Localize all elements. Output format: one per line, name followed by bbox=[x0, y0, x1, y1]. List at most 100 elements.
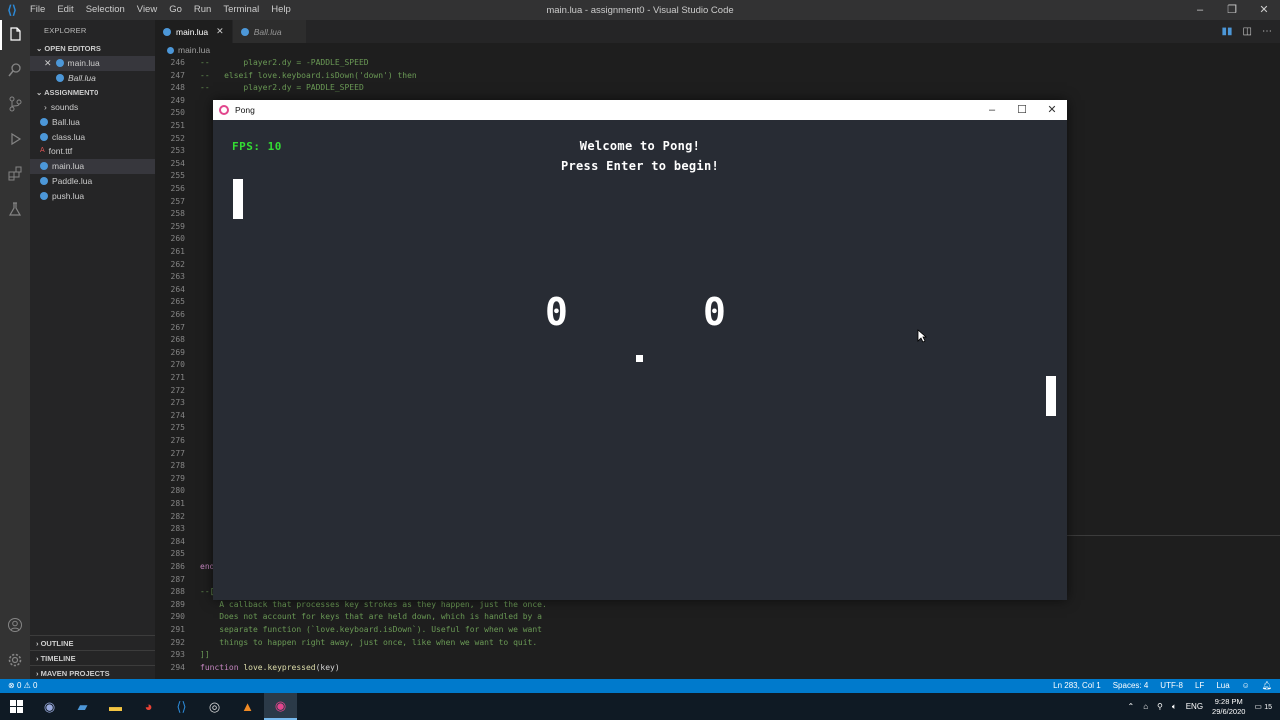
line-number: 285 bbox=[170, 549, 185, 559]
line-number: 291 bbox=[170, 625, 185, 634]
file-ball-lua[interactable]: Ball.lua bbox=[30, 115, 155, 130]
end-of-line[interactable]: LF bbox=[1195, 679, 1204, 693]
press-enter-message: Press Enter to begin! bbox=[560, 159, 720, 173]
menu-view[interactable]: View bbox=[131, 0, 163, 20]
line-number: 254 bbox=[170, 158, 185, 168]
pong-minimize-icon[interactable]: – bbox=[977, 100, 1007, 120]
run-debug-icon[interactable] bbox=[0, 124, 30, 154]
file-paddle-lua[interactable]: Paddle.lua bbox=[30, 174, 155, 189]
open-editor-label: main.lua bbox=[67, 58, 100, 68]
activity-bar bbox=[0, 20, 30, 679]
menu-selection[interactable]: Selection bbox=[80, 0, 131, 20]
settings-gear-icon[interactable] bbox=[0, 645, 30, 675]
chevron-up-icon[interactable]: ⌃ bbox=[1127, 702, 1134, 711]
pong-window[interactable]: Pong – ☐ ✕ FPS: 10 Welcome to Pong! Pres… bbox=[213, 100, 1067, 600]
action-center-icon[interactable]: ▭ 15 bbox=[1254, 702, 1272, 711]
account-icon[interactable] bbox=[0, 610, 30, 640]
menu-edit[interactable]: Edit bbox=[51, 0, 79, 20]
language-indicator[interactable]: ENG bbox=[1186, 702, 1203, 711]
lua-file-icon bbox=[167, 46, 174, 54]
menu-help[interactable]: Help bbox=[265, 0, 297, 20]
lua-file-icon bbox=[55, 59, 64, 68]
line-number: 258 bbox=[170, 209, 185, 219]
vscode-taskbar-icon[interactable]: ⟨⟩ bbox=[165, 693, 198, 720]
line-number: 284 bbox=[170, 536, 185, 546]
close-editor-icon[interactable]: ✕ bbox=[44, 56, 52, 71]
feedback-icon[interactable]: ☺ bbox=[1242, 679, 1250, 693]
app-icon-github[interactable]: ◎ bbox=[198, 693, 231, 720]
extensions-icon[interactable] bbox=[0, 159, 30, 189]
folder-sounds[interactable]: › sounds bbox=[30, 100, 155, 115]
windows-start-icon[interactable] bbox=[0, 693, 33, 720]
notifications-bell-icon[interactable]: 🔔︎ bbox=[1262, 679, 1272, 693]
file-main-lua[interactable]: main.lua bbox=[30, 159, 155, 174]
menu-run[interactable]: Run bbox=[188, 0, 217, 20]
maven-section[interactable]: › MAVEN PROJECTS bbox=[30, 665, 155, 680]
app-icon-1[interactable]: ◉ bbox=[33, 693, 66, 720]
cursor-position[interactable]: Ln 283, Col 1 bbox=[1053, 679, 1101, 693]
more-actions-icon[interactable]: ⋯ bbox=[1262, 26, 1272, 37]
menu-file[interactable]: File bbox=[24, 0, 51, 20]
clock[interactable]: 9:28 PM 29/6/2020 bbox=[1212, 697, 1245, 717]
status-right: Ln 283, Col 1 Spaces: 4 UTF-8 LF Lua ☺ 🔔… bbox=[1053, 679, 1272, 693]
close-icon[interactable]: ✕ bbox=[1248, 0, 1280, 20]
encoding[interactable]: UTF-8 bbox=[1160, 679, 1183, 693]
line-number: 270 bbox=[170, 360, 185, 370]
project-header[interactable]: ⌄ ASSIGNMENT0 bbox=[30, 86, 155, 100]
open-editor-main-lua[interactable]: ✕ main.lua bbox=[30, 56, 155, 71]
open-editor-label: Ball.lua bbox=[68, 72, 96, 83]
search-icon[interactable] bbox=[0, 55, 30, 85]
open-editors-header[interactable]: ⌄ OPEN EDITORS bbox=[30, 42, 155, 56]
problems-indicator[interactable]: ⊗ 0 ⚠ 0 bbox=[8, 679, 37, 693]
clock-time: 9:28 PM bbox=[1214, 696, 1243, 706]
file-explorer-icon[interactable]: ▬ bbox=[99, 693, 132, 720]
open-editor-ball-lua[interactable]: Ball.lua bbox=[30, 71, 155, 86]
chrome-icon[interactable]: ◕ bbox=[132, 693, 165, 720]
love2d-taskbar-icon[interactable]: ◉ bbox=[264, 693, 297, 720]
file-font-ttf[interactable]: Afont.ttf bbox=[30, 144, 155, 159]
language-mode[interactable]: Lua bbox=[1216, 679, 1229, 693]
close-tab-icon[interactable]: ✕ bbox=[216, 26, 224, 37]
source-control-icon[interactable] bbox=[0, 89, 30, 119]
explorer-icon[interactable] bbox=[0, 20, 30, 50]
indentation[interactable]: Spaces: 4 bbox=[1113, 679, 1149, 693]
tab-ball-lua[interactable]: Ball.lua bbox=[232, 20, 307, 43]
app-icon-2[interactable]: ▰ bbox=[66, 693, 99, 720]
line-number: 290 bbox=[170, 612, 185, 622]
line-number: 286 bbox=[170, 562, 185, 571]
game-canvas[interactable]: FPS: 10 Welcome to Pong! Press Enter to … bbox=[213, 120, 1067, 600]
line-number: 271 bbox=[170, 373, 185, 382]
file-class-lua[interactable]: class.lua bbox=[30, 130, 155, 145]
line-number: 246 bbox=[170, 58, 185, 67]
pong-title-bar[interactable]: Pong – ☐ ✕ bbox=[213, 100, 1067, 120]
breadcrumb-file[interactable]: main.lua bbox=[178, 43, 210, 57]
menu-go[interactable]: Go bbox=[163, 0, 188, 20]
restore-icon[interactable]: ❐ bbox=[1216, 0, 1248, 20]
vscode-logo-icon: ⟨⟩ bbox=[7, 3, 17, 17]
pong-maximize-icon[interactable]: ☐ bbox=[1007, 100, 1037, 120]
network-icon[interactable]: ⌂ bbox=[1143, 702, 1148, 711]
line-number: 269 bbox=[170, 347, 185, 357]
love2d-app-icon bbox=[219, 105, 229, 115]
line-number: 277 bbox=[170, 448, 185, 458]
split-editor-icon[interactable]: ◫ bbox=[1243, 26, 1252, 37]
code-line: -- player2.dy = PADDLE_SPEED bbox=[200, 83, 364, 93]
line-number: 250 bbox=[170, 108, 185, 118]
tab-label: Ball.lua bbox=[253, 26, 282, 37]
timeline-section[interactable]: › TIMELINE bbox=[30, 650, 155, 665]
usb-icon[interactable]: ⚲ bbox=[1157, 702, 1163, 711]
file-label: font.ttf bbox=[48, 146, 73, 157]
menu-terminal[interactable]: Terminal bbox=[217, 0, 265, 20]
pong-close-icon[interactable]: ✕ bbox=[1037, 100, 1067, 120]
tab-main-lua[interactable]: main.lua ✕ bbox=[155, 20, 233, 43]
font-file-icon: A bbox=[40, 147, 45, 155]
minimize-icon[interactable]: – bbox=[1184, 0, 1216, 20]
testing-flask-icon[interactable] bbox=[0, 194, 30, 224]
outline-section[interactable]: › OUTLINE bbox=[30, 635, 155, 650]
open-preview-icon[interactable]: ▮▮ bbox=[1222, 26, 1233, 37]
file-push-lua[interactable]: push.lua bbox=[30, 189, 155, 204]
line-number: 279 bbox=[170, 473, 185, 483]
volume-icon[interactable]: 🔈︎ bbox=[1172, 702, 1177, 712]
line-number: 278 bbox=[170, 461, 185, 471]
vlc-icon[interactable]: ▲ bbox=[231, 693, 264, 720]
